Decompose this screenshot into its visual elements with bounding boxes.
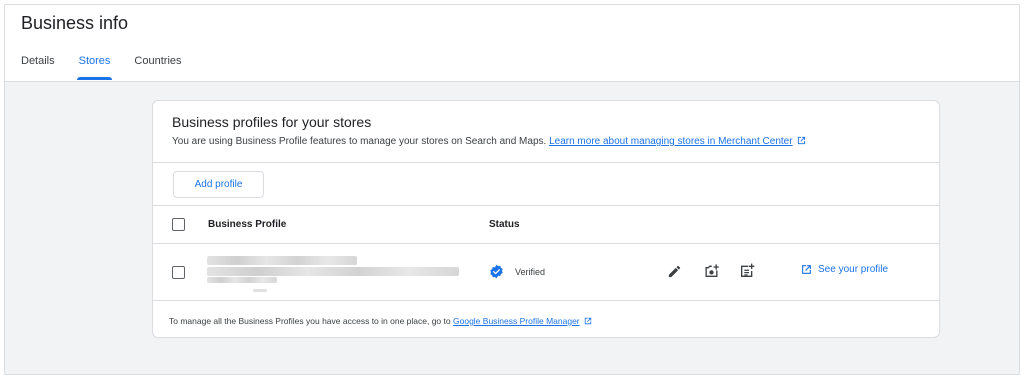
external-link-icon	[584, 317, 591, 325]
card-title: Business profiles for your stores	[172, 114, 372, 130]
app-frame: Business info Details Stores Countries B…	[4, 4, 1020, 375]
footer-note: To manage all the Business Profiles you …	[169, 316, 592, 326]
redacted-line	[253, 289, 267, 292]
divider	[153, 243, 939, 244]
tab-countries[interactable]: Countries	[134, 55, 181, 82]
business-profile-manager-link[interactable]: Google Business Profile Manager	[453, 316, 592, 326]
add-post-icon[interactable]	[739, 263, 755, 279]
see-your-profile-link[interactable]: See your profile	[801, 264, 888, 275]
page-title: Business info	[21, 13, 129, 33]
tab-stores[interactable]: Stores	[76, 55, 113, 82]
tab-bar: Details Stores Countries	[21, 55, 206, 82]
verified-badge-icon	[490, 264, 503, 279]
external-link-icon	[797, 136, 805, 145]
see-your-profile-label: See your profile	[818, 264, 889, 275]
select-all-checkbox[interactable]	[172, 218, 185, 231]
redacted-line	[207, 267, 459, 276]
redacted-line	[207, 277, 277, 283]
redacted-line	[207, 256, 357, 265]
column-header-status: Status	[489, 219, 520, 230]
business-profiles-card: Business profiles for your stores You ar…	[152, 100, 940, 338]
card-description: You are using Business Profile features …	[172, 136, 806, 147]
add-profile-button[interactable]: Add profile	[173, 171, 264, 198]
row-checkbox[interactable]	[172, 266, 185, 279]
divider	[153, 162, 939, 163]
divider	[153, 300, 939, 301]
column-header-business-profile: Business Profile	[208, 219, 287, 230]
add-photo-icon[interactable]	[703, 263, 720, 279]
edit-pencil-icon[interactable]	[667, 264, 682, 279]
description-text: You are using Business Profile features …	[172, 136, 547, 147]
divider	[153, 205, 939, 206]
learn-more-link[interactable]: Learn more about managing stores in Merc…	[549, 136, 805, 147]
learn-more-link-text: Learn more about managing stores in Merc…	[549, 136, 793, 147]
page-header: Business info Details Stores Countries	[5, 5, 1019, 82]
business-profile-manager-link-text: Google Business Profile Manager	[453, 316, 580, 326]
footer-text: To manage all the Business Profiles you …	[169, 316, 451, 326]
status-text: Verified	[515, 267, 546, 277]
external-link-icon	[802, 265, 811, 274]
tab-details[interactable]: Details	[21, 55, 55, 82]
